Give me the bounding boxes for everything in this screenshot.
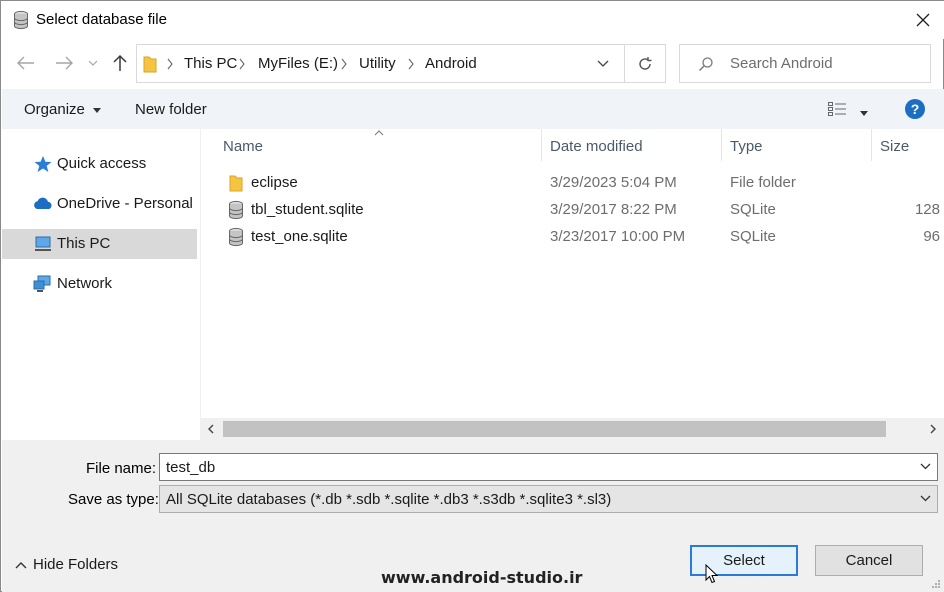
file-date: 3/29/2023 5:04 PM: [550, 174, 677, 191]
folder-icon: [143, 56, 157, 73]
scroll-right-icon[interactable]: [930, 424, 937, 434]
chevron-right-icon: [341, 58, 347, 70]
chevron-up-icon: [15, 562, 27, 569]
search-box[interactable]: Search Android: [679, 44, 931, 83]
sidebar-item-label: OneDrive - Personal: [57, 195, 193, 212]
file-name: eclipse: [251, 174, 298, 191]
sidebar-item-label: This PC: [57, 235, 111, 252]
file-name-label: File name:: [86, 460, 157, 477]
refresh-icon: [638, 56, 651, 70]
file-name: tbl_student.sqlite: [251, 201, 364, 218]
column-divider[interactable]: [871, 129, 872, 161]
network-icon: [33, 275, 51, 292]
horizontal-scrollbar[interactable]: [201, 418, 944, 440]
sidebar-item-label: Network: [57, 275, 113, 292]
up-button[interactable]: [109, 51, 131, 75]
command-bar: Organize New folder ?: [2, 89, 944, 129]
organize-label: Organize: [24, 101, 85, 118]
column-divider[interactable]: [541, 129, 542, 161]
change-view-button[interactable]: [828, 102, 869, 120]
watermark-text: www.android-studio.ir: [381, 568, 583, 587]
chevron-down-icon[interactable]: [920, 463, 931, 470]
arrow-right-icon: [56, 56, 73, 70]
chevron-right-icon: [408, 58, 414, 70]
save-type-select[interactable]: All SQLite databases (*.db *.sdb *.sqlit…: [159, 485, 938, 513]
column-divider[interactable]: [721, 129, 722, 161]
title-bar: Select database file: [1, 1, 944, 39]
file-type: SQLite: [730, 228, 776, 245]
details-view-icon: [828, 102, 846, 116]
database-icon: [229, 227, 243, 247]
computer-icon: [35, 236, 51, 251]
star-icon: [34, 156, 52, 172]
sidebar-item-network[interactable]: Network: [2, 269, 197, 299]
arrow-up-icon: [113, 54, 127, 71]
arrow-left-icon: [17, 56, 34, 70]
chevron-down-icon: [88, 60, 98, 66]
breadcrumb-this-pc[interactable]: This PC: [184, 55, 237, 72]
address-bar[interactable]: This PC MyFiles (E:) Utility Android: [136, 44, 625, 83]
navigation-pane: Quick access OneDrive - Personal This PC…: [2, 129, 199, 440]
close-icon: [916, 13, 930, 27]
breadcrumb-utility[interactable]: Utility: [359, 55, 396, 72]
file-row[interactable]: tbl_student.sqlite 3/29/2017 8:22 PM SQL…: [221, 197, 944, 224]
file-size: 96: [923, 228, 940, 245]
database-icon: [229, 200, 243, 220]
chevron-down-icon[interactable]: [597, 60, 609, 68]
caret-down-icon: [860, 111, 869, 116]
file-date: 3/23/2017 10:00 PM: [550, 228, 686, 245]
resize-grip-icon[interactable]: [931, 579, 941, 589]
sidebar-item-label: Quick access: [57, 155, 147, 172]
file-name: test_one.sqlite: [251, 228, 348, 245]
mouse-cursor-icon: [705, 564, 718, 584]
column-header-size[interactable]: Size: [880, 138, 909, 155]
column-header-type[interactable]: Type: [730, 138, 763, 155]
file-date: 3/29/2017 8:22 PM: [550, 201, 677, 218]
organize-button[interactable]: Organize: [24, 101, 102, 118]
search-icon: [699, 57, 713, 71]
file-row[interactable]: eclipse 3/29/2023 5:04 PM File folder: [221, 170, 944, 197]
file-type: File folder: [730, 174, 796, 191]
help-button[interactable]: ?: [905, 99, 925, 119]
save-type-value: All SQLite databases (*.db *.sdb *.sqlit…: [166, 491, 612, 508]
forward-button[interactable]: [53, 51, 75, 75]
window-title: Select database file: [36, 11, 167, 28]
sidebar-item-this-pc[interactable]: This PC: [2, 229, 197, 259]
folder-icon: [229, 175, 243, 192]
new-folder-button[interactable]: New folder: [135, 101, 207, 118]
file-row[interactable]: test_one.sqlite 3/23/2017 10:00 PM SQLit…: [221, 224, 944, 251]
hide-folders-label: Hide Folders: [33, 556, 119, 573]
file-name-input[interactable]: test_db: [159, 453, 938, 481]
scroll-left-icon[interactable]: [207, 424, 214, 434]
breadcrumb-myfiles[interactable]: MyFiles (E:): [258, 55, 338, 72]
search-input[interactable]: Search Android: [730, 55, 833, 72]
back-button[interactable]: [15, 51, 37, 75]
column-header-date[interactable]: Date modified: [550, 138, 643, 155]
save-type-label: Save as type:: [68, 491, 159, 508]
file-type: SQLite: [730, 201, 776, 218]
file-dialog-window: Select database file This PC MyFiles (E:…: [0, 0, 944, 592]
file-size: 128: [914, 201, 940, 218]
scrollbar-thumb[interactable]: [223, 421, 886, 437]
caret-down-icon: [93, 107, 102, 113]
refresh-button[interactable]: [624, 44, 666, 83]
file-list: Name Date modified Type Size eclipse 3/2…: [200, 129, 944, 440]
chevron-right-icon: [239, 58, 245, 70]
recent-locations-button[interactable]: [85, 51, 101, 75]
cancel-button[interactable]: Cancel: [815, 545, 923, 576]
close-button[interactable]: [901, 1, 944, 39]
breadcrumb-android[interactable]: Android: [425, 55, 477, 72]
chevron-down-icon: [920, 495, 931, 502]
database-icon: [14, 10, 28, 30]
file-name-value: test_db: [166, 459, 216, 476]
column-header-name[interactable]: Name: [223, 138, 263, 155]
sidebar-item-onedrive[interactable]: OneDrive - Personal: [2, 189, 197, 219]
sort-ascending-icon: [374, 130, 384, 136]
sidebar-item-quick-access[interactable]: Quick access: [2, 149, 197, 179]
cloud-icon: [34, 197, 52, 209]
chevron-right-icon: [167, 58, 173, 70]
hide-folders-button[interactable]: Hide Folders: [15, 556, 118, 573]
